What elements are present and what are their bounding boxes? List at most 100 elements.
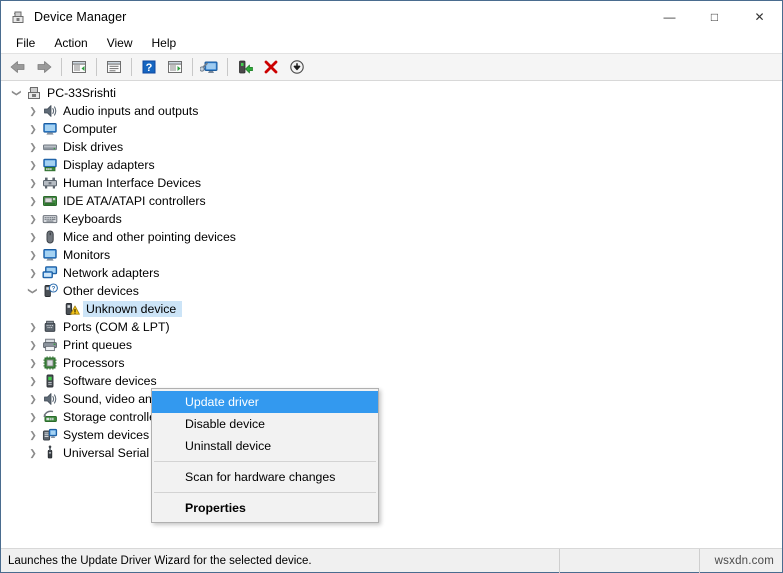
tree-item-display-adapters[interactable]: ❯ Display adapters [25,156,160,174]
tree-item-label: Ports (COM & LPT) [63,320,170,334]
svg-text:?: ? [146,62,153,74]
tree-item-label: Other devices [63,284,139,298]
software-device-icon [41,373,59,389]
tree-item-computer[interactable]: ❯ Computer [25,120,122,138]
context-menu-item-scan-for-hardware-changes[interactable]: Scan for hardware changes [152,466,378,488]
properties-button[interactable] [101,55,127,79]
speaker-icon [41,103,59,119]
minimize-button[interactable]: — [647,1,692,32]
context-menu-separator-2 [154,492,376,493]
keyboard-icon [41,211,59,227]
device-manager-icon [10,9,26,25]
context-menu-item-disable-device[interactable]: Disable device [152,413,378,435]
svg-text:?: ? [51,286,55,293]
chevron-right-icon[interactable]: ❯ [25,265,41,281]
tree-item-unknown-device[interactable]: Unknown device [47,300,183,318]
tree-item-label: Audio inputs and outputs [63,104,199,118]
chevron-right-icon[interactable]: ❯ [25,121,41,137]
speaker-icon [41,391,59,407]
uninstall-device-button[interactable] [258,55,284,79]
chevron-right-icon[interactable]: ❯ [25,427,41,443]
tree-item-label: Display adapters [63,158,155,172]
computer-root-icon [25,85,43,101]
toolbar-separator-5 [227,58,228,76]
up-one-level-button[interactable] [66,55,92,79]
show-hidden-devices-button[interactable] [162,55,188,79]
caption-button-group: — □ ✕ [647,1,782,32]
tree-item-processors[interactable]: ❯ Processors [25,354,130,372]
device-tree[interactable]: ❯ PC-33Srishti ❯ Audio inputs and outputs… [1,81,782,548]
toolbar-separator-4 [192,58,193,76]
tree-item-ide-ata-atapi-controllers[interactable]: ❯ IDE ATA/ATAPI controllers [25,192,211,210]
chevron-right-icon[interactable]: ❯ [25,193,41,209]
monitor-icon [41,247,59,263]
back-button[interactable] [5,55,31,79]
display-adapter-icon [41,157,59,173]
context-menu-item-properties[interactable]: Properties [152,497,378,519]
processor-icon [41,355,59,371]
tree-item-system-devices[interactable]: ❯ System devices [25,426,154,444]
other-device-question-icon: ? [41,283,59,299]
chevron-right-icon[interactable]: ❯ [25,103,41,119]
disable-device-button[interactable] [284,55,310,79]
context-menu-item-update-driver[interactable]: Update driver [152,391,378,413]
tree-item-mice-and-other-pointing-devices[interactable]: ❯ Mice and other pointing devices [25,228,241,246]
device-context-menu[interactable]: Update driver Disable device Uninstall d… [151,388,379,523]
chevron-right-icon[interactable]: ❯ [25,211,41,227]
chevron-down-icon[interactable]: ❯ [25,283,41,299]
tree-root-pc[interactable]: ❯ PC-33Srishti [9,84,121,102]
toolbar-separator-1 [61,58,62,76]
chevron-right-icon[interactable]: ❯ [25,247,41,263]
menu-view[interactable]: View [98,34,142,52]
chevron-right-icon[interactable]: ❯ [25,175,41,191]
tree-item-label: Disk drives [63,140,124,154]
tree-item-storage-controllers[interactable]: ❯ Storage controllers [25,408,171,426]
chevron-right-icon[interactable]: ❯ [25,391,41,407]
chevron-right-icon[interactable]: ❯ [25,409,41,425]
watermark: wsxdn.com [699,548,782,573]
tree-item-print-queues[interactable]: ❯ Print queues [25,336,137,354]
monitor-icon [41,121,59,137]
chevron-right-icon[interactable]: ❯ [25,319,41,335]
chevron-right-icon[interactable]: ❯ [25,337,41,353]
tree-item-label: Software devices [63,374,157,388]
tree-item-keyboards[interactable]: ❯ Keyboards [25,210,127,228]
tree-item-monitors[interactable]: ❯ Monitors [25,246,115,264]
tree-item-network-adapters[interactable]: ❯ Network adapters [25,264,164,282]
system-device-icon [41,427,59,443]
chevron-right-icon[interactable]: ❯ [25,229,41,245]
chevron-right-icon[interactable]: ❯ [25,373,41,389]
tree-item-human-interface-devices[interactable]: ❯ Human Interface Devices [25,174,206,192]
chevron-right-icon[interactable]: ❯ [25,445,41,461]
port-icon [41,319,59,335]
chevron-down-icon[interactable]: ❯ [9,85,25,101]
chevron-right-icon[interactable]: ❯ [25,355,41,371]
status-message: Launches the Update Driver Wizard for th… [8,554,312,567]
scan-for-hardware-changes-button[interactable] [197,55,223,79]
tree-item-disk-drives[interactable]: ❯ Disk drives [25,138,128,156]
tree-item-label: Computer [63,122,117,136]
context-menu-separator-1 [154,461,376,462]
maximize-button[interactable]: □ [692,1,737,32]
tree-item-label: Unknown device [83,301,183,317]
tree-item-ports-com-lpt[interactable]: ❯ Ports (COM & LPT) [25,318,175,336]
chevron-right-icon[interactable]: ❯ [25,139,41,155]
window-title: Device Manager [34,9,127,24]
tree-item-software-devices[interactable]: ❯ Software devices [25,372,162,390]
menu-action[interactable]: Action [45,34,96,52]
tree-item-other-devices[interactable]: ❯? Other devices [25,282,144,300]
toolbar-separator-2 [96,58,97,76]
status-bar: Launches the Update Driver Wizard for th… [1,548,782,573]
update-driver-button[interactable] [232,55,258,79]
close-button[interactable]: ✕ [737,1,782,32]
menu-bar: File Action View Help [1,32,782,54]
chevron-right-icon[interactable]: ❯ [25,157,41,173]
tree-item-audio-inputs-and-outputs[interactable]: ❯ Audio inputs and outputs [25,102,203,120]
menu-file[interactable]: File [7,34,44,52]
forward-button[interactable] [31,55,57,79]
storage-controller-icon [41,409,59,425]
device-manager-window: Device Manager — □ ✕ File Action View He… [0,0,783,573]
menu-help[interactable]: Help [143,34,186,52]
help-button[interactable]: ? [136,55,162,79]
context-menu-item-uninstall-device[interactable]: Uninstall device [152,435,378,457]
